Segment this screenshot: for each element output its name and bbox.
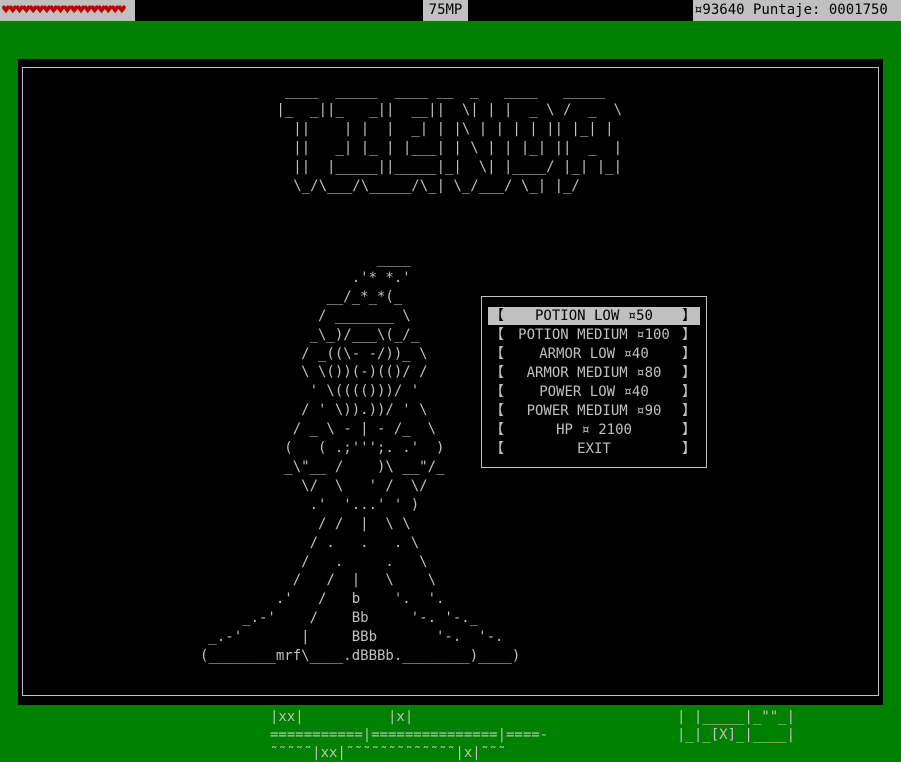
menu-item-potion-medium[interactable]: 【 POTION MEDIUM ¤100 】 <box>488 326 700 344</box>
health-hearts: ♥♥♥♥♥♥♥♥♥♥♥♥♥♥♥♥♥♥ <box>0 0 135 21</box>
bracket-right: 】 <box>682 403 696 419</box>
money-and-score: ¤93640 Puntaje: 0001750 <box>693 0 901 21</box>
bracket-left: 【 <box>490 346 504 362</box>
map-fragment-right: | |_____|_""_| |_|_[X]_|____| <box>677 709 796 743</box>
bracket-left: 【 <box>490 403 504 419</box>
menu-item-label: HP ¤ 2100 <box>556 422 632 438</box>
menu-item-power-medium[interactable]: 【 POWER MEDIUM ¤90 】 <box>488 402 700 420</box>
status-bar: ♥♥♥♥♥♥♥♥♥♥♥♥♥♥♥♥♥♥ 75MP ¤93640 Puntaje: … <box>0 0 901 21</box>
map-fragment-left: |xx| |x| ===========|===============|===… <box>270 709 549 761</box>
menu-item-label: POWER MEDIUM ¤90 <box>526 403 662 419</box>
bracket-right: 】 <box>682 308 696 324</box>
mana-points: 75MP <box>423 0 468 21</box>
bracket-left: 【 <box>490 327 504 343</box>
bracket-left: 【 <box>490 365 504 381</box>
bracket-left: 【 <box>490 441 504 457</box>
bracket-right: 】 <box>682 346 696 362</box>
menu-item-armor-low[interactable]: 【 ARMOR LOW ¤40 】 <box>488 345 700 363</box>
menu-item-label: POTION LOW ¤50 <box>534 308 653 324</box>
menu-item-label: ARMOR LOW ¤40 <box>539 346 649 362</box>
bracket-right: 】 <box>682 422 696 438</box>
menu-item-exit[interactable]: 【 EXIT 】 <box>488 440 700 458</box>
menu-item-power-low[interactable]: 【 POWER LOW ¤40 】 <box>488 383 700 401</box>
bracket-right: 】 <box>682 365 696 381</box>
bracket-left: 【 <box>490 422 504 438</box>
menu-item-label: POTION MEDIUM ¤100 <box>518 327 670 343</box>
menu-item-hp[interactable]: 【 HP ¤ 2100 】 <box>488 421 700 439</box>
bracket-right: 】 <box>682 327 696 343</box>
shop-menu: 【 POTION LOW ¤50 】 【 POTION MEDIUM ¤100 】 【 A… <box>481 296 707 468</box>
shop-title-ascii: ____ _____ ____ __ _ ____ _____ |_ _||_ … <box>276 83 623 194</box>
bracket-right: 】 <box>682 384 696 400</box>
menu-item-armor-medium[interactable]: 【 ARMOR MEDIUM ¤80 】 <box>488 364 700 382</box>
menu-item-label: ARMOR MEDIUM ¤80 <box>526 365 662 381</box>
menu-item-label: EXIT <box>577 441 611 457</box>
menu-item-potion-low[interactable]: 【 POTION LOW ¤50 】 <box>488 307 700 325</box>
menu-item-label: POWER LOW ¤40 <box>539 384 649 400</box>
bracket-right: 】 <box>682 441 696 457</box>
bracket-left: 【 <box>490 384 504 400</box>
bracket-left: 【 <box>490 308 504 324</box>
shopkeeper-ascii-art: ____ .'* *.' __/_*_*(_ / _______ \ _\_)/… <box>200 251 521 665</box>
